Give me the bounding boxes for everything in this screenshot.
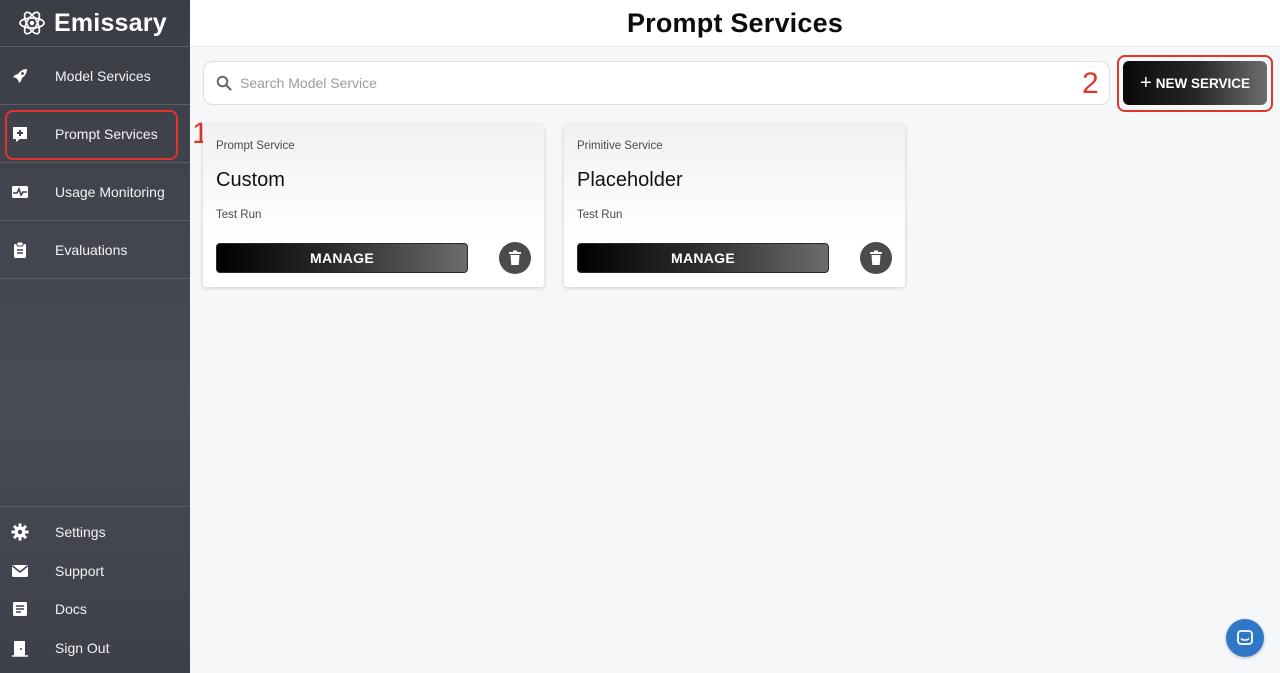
brand[interactable]: Emissary (0, 0, 190, 47)
sidebar-item-label: Sign Out (55, 639, 110, 656)
sidebar-item-docs[interactable]: Docs (0, 590, 190, 629)
sidebar-item-prompt-services[interactable]: Prompt Services (0, 105, 190, 163)
card-type: Prompt Service (216, 140, 295, 152)
document-icon (11, 600, 29, 618)
trash-icon (870, 250, 882, 265)
card-type: Primitive Service (577, 140, 663, 152)
service-card: Primitive Service Placeholder Test Run M… (564, 125, 905, 287)
manage-button[interactable]: MANAGE (216, 243, 468, 273)
sidebar-item-evaluations[interactable]: Evaluations (0, 221, 190, 279)
sidebar-bottom-nav: Settings Support Docs Sign Out (0, 506, 190, 667)
page-title: Prompt Services (626, 7, 844, 38)
pulse-icon (11, 183, 29, 201)
rocket-icon (11, 67, 29, 85)
sidebar-item-sign-out[interactable]: Sign Out (0, 629, 190, 668)
delete-button[interactable] (499, 242, 531, 274)
sidebar-item-label: Docs (55, 601, 87, 618)
app-name: Emissary (54, 8, 167, 37)
card-name: Custom (216, 169, 285, 191)
page-header: Prompt Services (190, 0, 1280, 47)
door-exit-icon (11, 639, 29, 657)
sidebar: Emissary Model Services Prompt Services … (0, 0, 190, 673)
card-subtitle: Test Run (216, 209, 262, 221)
service-card: Prompt Service Custom Test Run MANAGE (203, 125, 544, 287)
sidebar-item-label: Evaluations (55, 241, 128, 258)
atom-icon (19, 11, 45, 35)
clipboard-icon (11, 241, 29, 259)
sidebar-item-settings[interactable]: Settings (0, 513, 190, 552)
sidebar-item-label: Support (55, 562, 105, 579)
delete-button[interactable] (860, 242, 892, 274)
chat-plus-icon (11, 125, 29, 143)
mail-icon (11, 562, 29, 580)
annotation-marker-2: 2 (1082, 67, 1099, 100)
sidebar-item-label: Usage Monitoring (55, 183, 165, 200)
search-input[interactable] (240, 75, 1080, 91)
search-bar[interactable] (203, 61, 1110, 105)
sidebar-item-label: Settings (55, 524, 106, 541)
manage-button[interactable]: MANAGE (577, 243, 829, 273)
card-subtitle: Test Run (577, 209, 623, 221)
sidebar-item-label: Model Services (55, 67, 151, 84)
chat-icon (1237, 630, 1253, 645)
card-name: Placeholder (577, 169, 683, 191)
sidebar-item-support[interactable]: Support (0, 552, 190, 591)
search-icon (216, 75, 232, 91)
sidebar-item-label: Prompt Services (55, 125, 158, 142)
new-service-label: NEW SERVICE (1155, 75, 1250, 91)
new-service-button[interactable]: + NEW SERVICE (1123, 61, 1267, 105)
sidebar-item-model-services[interactable]: Model Services (0, 47, 190, 105)
gear-icon (11, 523, 29, 541)
chat-widget-button[interactable] (1226, 619, 1264, 657)
trash-icon (509, 250, 521, 265)
sidebar-item-usage-monitoring[interactable]: Usage Monitoring (0, 163, 190, 221)
plus-icon: + (1140, 72, 1152, 94)
